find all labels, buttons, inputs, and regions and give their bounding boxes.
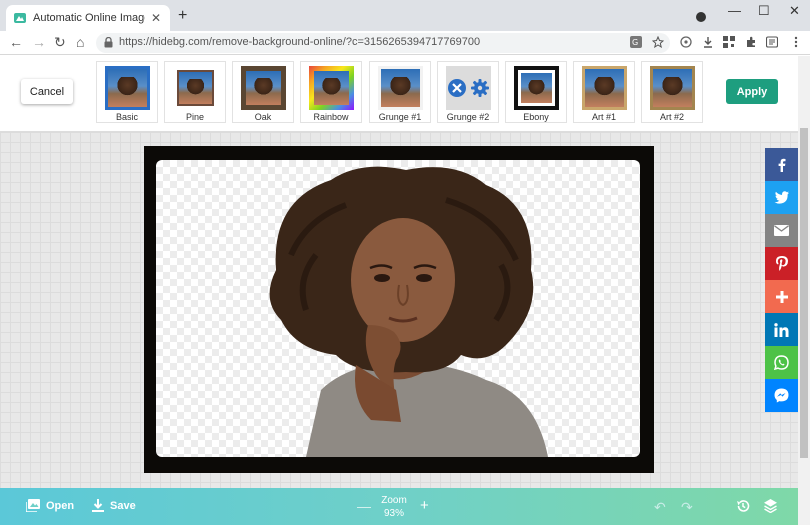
whatsapp-share-button[interactable]	[765, 346, 798, 379]
menu-kebab-icon[interactable]	[790, 36, 802, 48]
frame-option-grunge-2[interactable]: Grunge #2	[437, 61, 499, 123]
download-save-icon	[92, 499, 104, 512]
open-button[interactable]: Open	[26, 499, 74, 512]
frame-label: Ebony	[523, 112, 549, 122]
reading-list-icon[interactable]	[766, 36, 778, 48]
forward-icon[interactable]: →	[32, 34, 46, 50]
frame-option-pine[interactable]: Pine	[164, 61, 226, 123]
settings-gear-icon	[471, 79, 489, 97]
image-open-icon	[26, 499, 40, 512]
whatsapp-icon	[774, 355, 789, 370]
transparent-background	[156, 160, 640, 457]
zoom-out-button[interactable]: —	[357, 498, 371, 514]
messenger-share-button[interactable]	[765, 379, 798, 412]
bookmark-star-icon[interactable]	[652, 36, 664, 48]
frame-option-rainbow[interactable]: Rainbow	[300, 61, 362, 123]
qr-code-icon[interactable]	[723, 36, 735, 48]
browser-tab[interactable]: Automatic Online Image Backg ✕	[6, 5, 170, 31]
download-icon[interactable]	[702, 36, 714, 48]
frame-label: Grunge #2	[446, 112, 490, 122]
frame-thumbnail	[241, 66, 286, 110]
zoom-in-button[interactable]: +	[420, 497, 429, 514]
lock-icon	[104, 37, 113, 48]
browser-toolbar: ← → ↻ ⌂ https://hidebg.com/remove-backgr…	[0, 31, 810, 55]
bottom-toolbar: Open Save — Zoom 93% + ↶ ↷	[0, 488, 798, 525]
frame-label: Pine	[185, 112, 204, 122]
more-share-button[interactable]	[765, 280, 798, 313]
frame-option-grunge-1[interactable]: Grunge #1	[369, 61, 431, 123]
social-share-bar	[765, 148, 798, 412]
cancel-button[interactable]: Cancel	[21, 79, 73, 104]
extensions-puzzle-icon[interactable]	[745, 36, 757, 48]
email-icon	[774, 225, 789, 236]
frame-thumbnail	[309, 66, 354, 110]
extension-badge-icon[interactable]	[680, 36, 692, 48]
frame-thumbnail	[650, 66, 695, 110]
frame-thumbnail	[173, 66, 218, 110]
frame-thumbnail	[446, 66, 491, 110]
frame-label: Art #1	[591, 112, 616, 122]
frame-selector-bar: Cancel Basic Pine Oak Rainbow Grunge #1	[0, 56, 798, 132]
back-icon[interactable]: ←	[9, 34, 23, 50]
open-label: Open	[46, 499, 75, 512]
pinterest-icon	[775, 256, 788, 271]
zoom-indicator: Zoom 93%	[374, 494, 414, 520]
reload-icon[interactable]: ↻	[54, 34, 66, 50]
frame-option-art-2[interactable]: Art #2	[641, 61, 703, 123]
page-scrollbar[interactable]	[798, 56, 810, 525]
profile-icon[interactable]	[696, 12, 706, 22]
history-icon[interactable]	[736, 499, 750, 513]
zoom-label: Zoom	[381, 495, 407, 506]
ebony-frame	[144, 146, 654, 473]
redo-icon[interactable]: ↷	[681, 499, 693, 516]
svg-text:G: G	[632, 38, 638, 47]
layers-icon[interactable]	[763, 498, 778, 513]
frame-option-art-1[interactable]: Art #1	[573, 61, 635, 123]
tab-title: Automatic Online Image Backg	[33, 12, 145, 24]
address-bar[interactable]: https://hidebg.com/remove-background-onl…	[96, 33, 670, 53]
undo-icon[interactable]: ↶	[654, 499, 666, 516]
frame-thumbnail	[514, 66, 559, 110]
editor-canvas	[0, 132, 798, 488]
scrollbar-thumb[interactable]	[800, 128, 808, 458]
facebook-share-button[interactable]	[765, 148, 798, 181]
frame-thumbnail	[582, 66, 627, 110]
browser-tab-strip: Automatic Online Image Backg ✕ + — ☐ ✕	[0, 0, 810, 31]
frame-option-oak[interactable]: Oak	[232, 61, 294, 123]
frame-label: Oak	[254, 112, 272, 122]
linkedin-share-button[interactable]	[765, 313, 798, 346]
frame-label: Art #2	[659, 112, 684, 122]
frame-thumbnail	[378, 66, 423, 110]
url-text: https://hidebg.com/remove-background-onl…	[119, 36, 481, 48]
cutout-subject-image	[269, 166, 548, 457]
tab-close-icon[interactable]: ✕	[151, 11, 161, 25]
save-button[interactable]: Save	[92, 499, 136, 512]
save-label: Save	[110, 499, 136, 512]
messenger-icon	[774, 388, 789, 403]
frame-thumbnail	[105, 66, 150, 110]
frame-label: Basic	[115, 112, 138, 122]
home-icon[interactable]: ⌂	[76, 34, 84, 50]
twitter-icon	[774, 191, 789, 204]
hidebg-favicon-icon	[14, 13, 26, 23]
frame-option-ebony[interactable]: Ebony	[505, 61, 567, 123]
minimize-button[interactable]: —	[728, 3, 741, 18]
email-share-button[interactable]	[765, 214, 798, 247]
apply-button[interactable]: Apply	[726, 79, 778, 104]
close-window-button[interactable]: ✕	[789, 3, 800, 19]
zoom-value: 93%	[383, 508, 404, 519]
frame-option-basic[interactable]: Basic	[96, 61, 158, 123]
pinterest-share-button[interactable]	[765, 247, 798, 280]
maximize-button[interactable]: ☐	[758, 3, 770, 19]
frame-label: Grunge #1	[378, 112, 422, 122]
new-tab-button[interactable]: +	[178, 8, 187, 24]
frame-label: Rainbow	[313, 112, 349, 122]
plus-icon	[775, 290, 788, 303]
translate-icon[interactable]: G	[630, 36, 642, 48]
linkedin-icon	[774, 322, 789, 337]
facebook-icon	[778, 158, 785, 172]
twitter-share-button[interactable]	[765, 181, 798, 214]
